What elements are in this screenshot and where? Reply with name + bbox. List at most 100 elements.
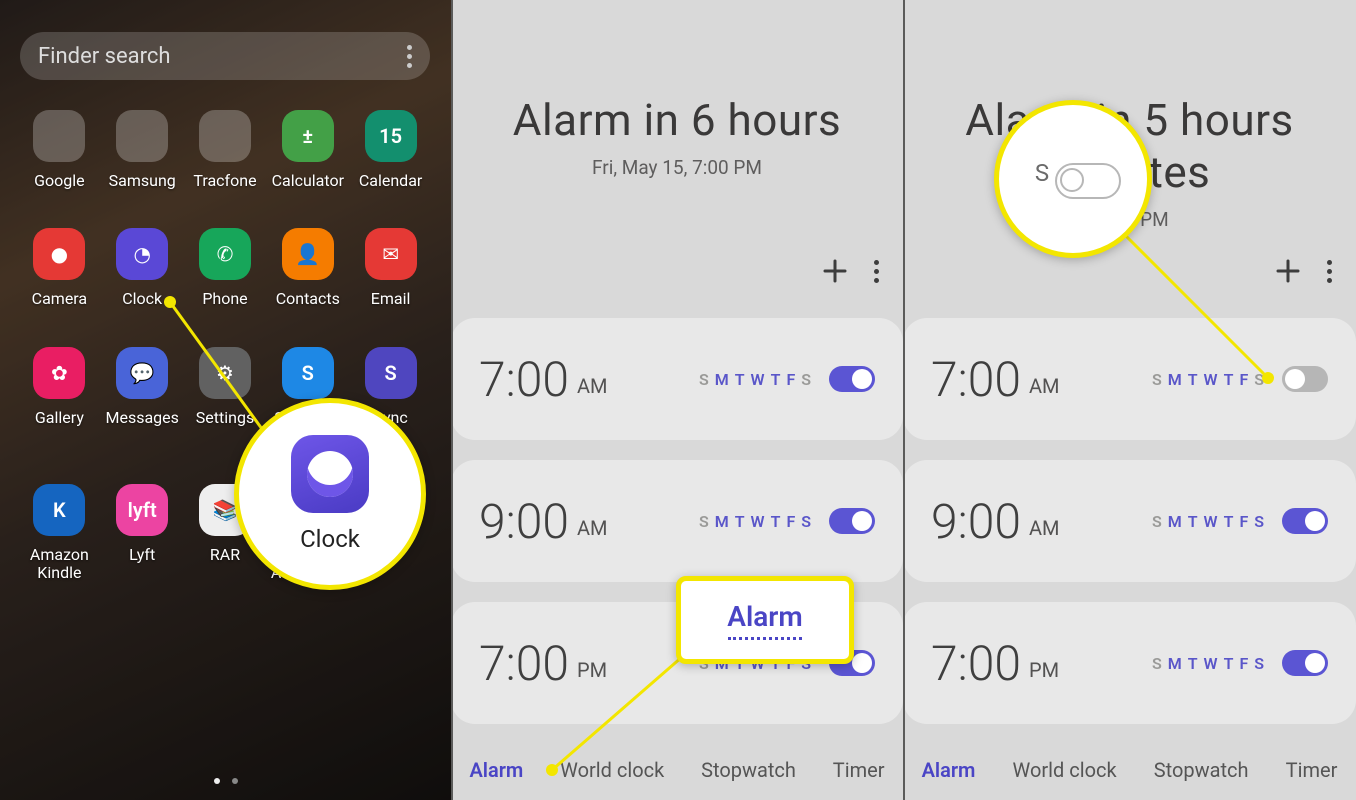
alarm-toggle[interactable] <box>1282 650 1328 676</box>
app-icon: ◔ <box>116 228 168 280</box>
app-samsung[interactable]: Samsung <box>101 110 184 190</box>
alarm-toggle[interactable] <box>1282 366 1328 392</box>
alarm-ampm: AM <box>577 374 608 398</box>
app-icon: ✆ <box>199 228 251 280</box>
tab-world-clock[interactable]: World clock <box>1013 758 1117 782</box>
alarm-days: SMTWTFS <box>699 512 811 531</box>
page-indicator <box>0 778 451 784</box>
app-lyft[interactable]: lyft Lyft <box>101 484 184 583</box>
alarm-screen-before: Alarm in 6 hours Fri, May 15, 7:00 PM 7:… <box>451 0 903 800</box>
app-label: Samsung <box>109 172 176 190</box>
app-settings[interactable]: ⚙ Settings <box>184 347 267 446</box>
app-icon: S <box>365 347 417 399</box>
app-label: Gallery <box>35 409 84 427</box>
app-label: RAR <box>210 546 240 564</box>
app-icon: ± <box>282 110 334 162</box>
app-icon: S <box>282 347 334 399</box>
more-icon[interactable] <box>874 260 879 283</box>
alarm-row[interactable]: 7:00AMSMTWTFS <box>451 318 903 440</box>
alarm-row[interactable]: 7:00 PM SMTWTFS <box>903 602 1356 724</box>
alarm-ampm: PM <box>1029 658 1059 682</box>
app-label: Lyft <box>129 546 155 564</box>
divider <box>451 0 453 800</box>
app-email[interactable]: ✉ Email <box>349 228 432 308</box>
app-google[interactable]: Google <box>18 110 101 190</box>
alarm-screen-after: Alarm in 5 hours minutes , 7:00 PM 7:00A… <box>903 0 1356 800</box>
alarm-toggle[interactable] <box>829 366 875 392</box>
alarm-row[interactable]: 7:00 AM SMTWTFS <box>903 318 1356 440</box>
divider <box>903 0 905 800</box>
app-label: Contacts <box>276 290 340 308</box>
alarm-row[interactable]: 9:00 AM SMTWTFS <box>451 460 903 582</box>
app-icon: ✉ <box>365 228 417 280</box>
alarm-row[interactable]: 9:00AMSMTWTFS <box>903 460 1356 582</box>
app-label: Calculator <box>272 172 344 190</box>
add-alarm-icon[interactable] <box>1275 258 1301 284</box>
app-drawer-screen: Finder search Google Samsung Tracfone ± Calc… <box>0 0 451 800</box>
alarm-time: 7:00 <box>931 351 1021 408</box>
alarm-days: SMTWTFS <box>1152 512 1264 531</box>
alarm-ampm: AM <box>1029 374 1060 398</box>
app-icon <box>199 110 251 162</box>
app-icon: ✿ <box>33 347 85 399</box>
callout-alarm-tab: Alarm <box>676 576 854 664</box>
bottom-tabs: Alarm World clock Stopwatch Timer <box>903 758 1356 782</box>
app-label: Amazon Kindle <box>19 546 99 583</box>
tab-stopwatch[interactable]: Stopwatch <box>1154 758 1249 782</box>
app-clock[interactable]: ◔Clock <box>101 228 184 308</box>
alarm-toggle[interactable] <box>829 508 875 534</box>
callout-clock-app: Clock <box>234 398 426 590</box>
app-icon: 💬 <box>116 347 168 399</box>
app-gallery[interactable]: ✿ Gallery <box>18 347 101 446</box>
tab-stopwatch[interactable]: Stopwatch <box>701 758 796 782</box>
alarm-days: SMTWTFS <box>1152 370 1264 389</box>
alarm-header-title: Alarm in 6 hours <box>451 94 903 146</box>
bottom-tabs: Alarm World clock Stopwatch Timer <box>451 758 903 782</box>
app-icon <box>33 110 85 162</box>
app-contacts[interactable]: 👤 Contacts <box>266 228 349 308</box>
app-icon <box>116 110 168 162</box>
app-icon: lyft <box>116 484 168 536</box>
alarm-time: 9:00 <box>479 493 569 550</box>
more-icon[interactable] <box>1327 260 1332 283</box>
alarm-time: 7:00 <box>931 635 1021 692</box>
alarm-ampm: AM <box>1029 516 1060 540</box>
alarm-time: 7:00 <box>479 635 569 692</box>
tab-timer[interactable]: Timer <box>833 758 885 782</box>
alarm-ampm: PM <box>577 658 607 682</box>
alarm-ampm: AM <box>577 516 608 540</box>
app-tracfone[interactable]: Tracfone <box>184 110 267 190</box>
tab-timer[interactable]: Timer <box>1286 758 1338 782</box>
toggle-off-icon <box>1055 163 1121 199</box>
search-placeholder: Finder search <box>38 44 407 69</box>
app-icon: 👤 <box>282 228 334 280</box>
app-label: Camera <box>32 290 87 308</box>
tab-alarm[interactable]: Alarm <box>469 758 523 782</box>
tab-world-clock[interactable]: World clock <box>560 758 664 782</box>
app-label: Phone <box>202 290 247 308</box>
app-label: Calendar <box>359 172 422 190</box>
app-label: Settings <box>196 409 254 427</box>
alarm-header-subtitle: Fri, May 15, 7:00 PM <box>451 156 903 179</box>
clock-icon <box>291 435 369 513</box>
add-alarm-icon[interactable] <box>822 258 848 284</box>
finder-search[interactable]: Finder search <box>20 32 430 80</box>
callout-alarm-label: Alarm <box>727 600 802 633</box>
app-calendar[interactable]: 15 Calendar <box>349 110 432 190</box>
alarm-days: SMTWTFS <box>1152 654 1264 673</box>
alarm-list: 7:00AMSMTWTFS9:00AMSMTWTFS7:00PMSMTWTFS <box>903 318 1356 724</box>
app-label: Google <box>34 172 85 190</box>
app-calculator[interactable]: ± Calculator <box>266 110 349 190</box>
alarm-toggle[interactable] <box>1282 508 1328 534</box>
app-label: Email <box>371 290 411 308</box>
app-phone[interactable]: ✆ Phone <box>184 228 267 308</box>
alarm-days: SMTWTFS <box>699 370 811 389</box>
callout-clock-label: Clock <box>300 525 360 553</box>
app-camera[interactable]: ●Camera <box>18 228 101 308</box>
app-icon: 15 <box>365 110 417 162</box>
more-icon[interactable] <box>407 45 412 68</box>
app-messages[interactable]: 💬Messages <box>101 347 184 446</box>
tab-alarm[interactable]: Alarm <box>922 758 976 782</box>
app-amazon-kindle[interactable]: KAmazon Kindle <box>18 484 101 583</box>
app-icon: ⚙ <box>199 347 251 399</box>
